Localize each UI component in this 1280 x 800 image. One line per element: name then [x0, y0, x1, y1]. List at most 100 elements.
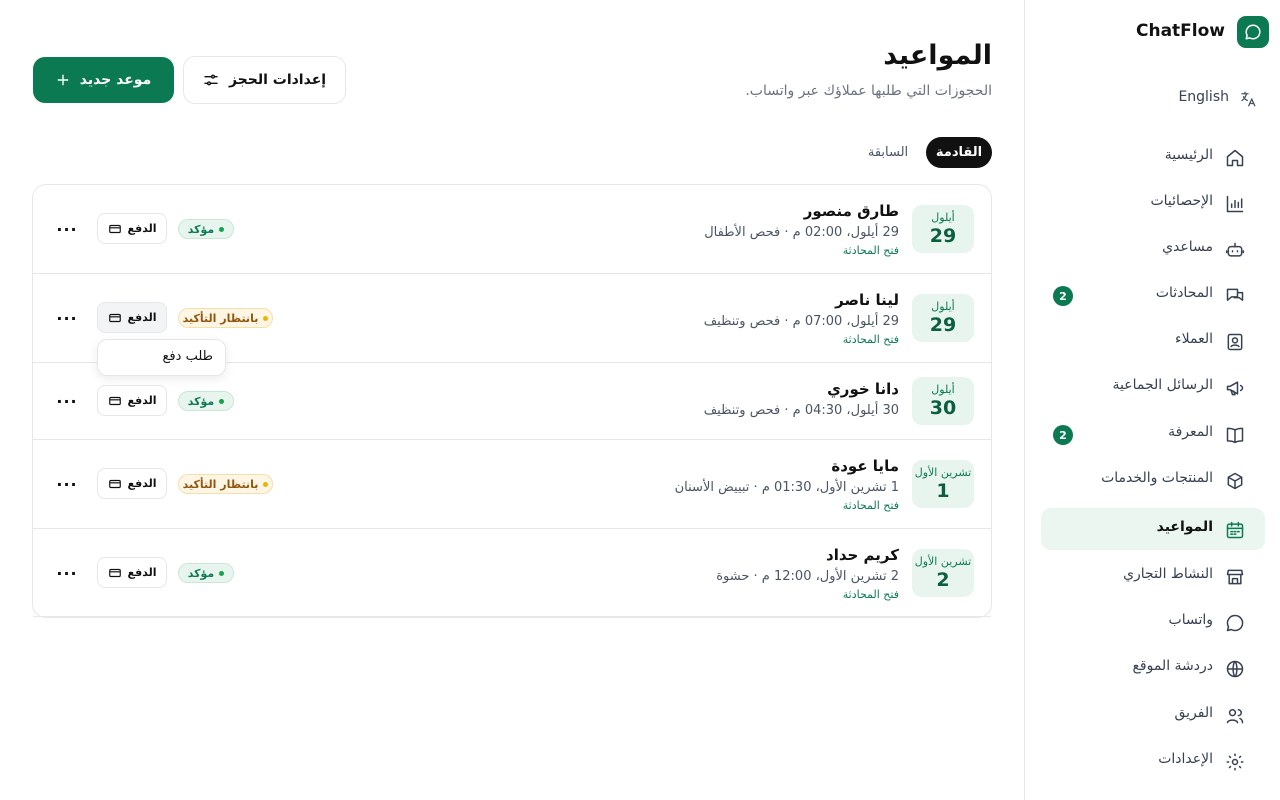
sidebar-item-appointments[interactable]: المواعيد — [1041, 508, 1265, 550]
date-day: 29 — [929, 314, 957, 336]
sidebar-item-label: الرسائل الجماعية — [1112, 377, 1213, 393]
tab-past[interactable]: السابقة — [858, 137, 918, 168]
payment-button[interactable]: الدفع — [97, 213, 167, 244]
sidebar-item-broadcasts[interactable]: الرسائل الجماعية — [1041, 366, 1265, 408]
sidebar-item-assistant[interactable]: مساعدي — [1041, 228, 1265, 270]
status-dot — [219, 226, 225, 232]
date-badge: أيلول 30 — [912, 377, 974, 425]
sidebar-item-stats[interactable]: الإحصائيات — [1041, 182, 1265, 224]
sidebar-item-customers[interactable]: العملاء — [1041, 320, 1265, 362]
date-day: 2 — [936, 569, 950, 591]
messages-icon — [1225, 286, 1245, 306]
status-dot — [263, 481, 269, 487]
date-badge: أيلول 29 — [912, 294, 974, 342]
status-badge: مؤكد — [178, 391, 234, 411]
date-month: أيلول — [931, 300, 955, 313]
sidebar-item-label: المنتجات والخدمات — [1101, 470, 1213, 486]
customer-name: لينا ناصر — [835, 291, 899, 309]
language-label: English — [1178, 89, 1229, 105]
new-appointment-button[interactable]: موعد جديد — [33, 57, 174, 103]
brand[interactable]: ChatFlow — [1133, 14, 1269, 50]
date-day: 29 — [929, 225, 957, 247]
sliders-icon — [203, 72, 219, 88]
open-chat-link[interactable]: فتح المحادثة — [843, 588, 899, 601]
more-options-icon[interactable]: ··· — [55, 219, 79, 239]
credit-card-icon — [108, 311, 122, 325]
request-payment-item[interactable]: طلب دفع — [163, 349, 213, 364]
sidebar-item-knowledge[interactable]: المعرفة 2 — [1041, 413, 1265, 455]
sidebar-item-label: مساعدي — [1162, 239, 1213, 255]
sidebar-item-conversations[interactable]: المحادثات 2 — [1041, 274, 1265, 316]
more-options-icon[interactable]: ··· — [55, 391, 79, 411]
credit-card-icon — [108, 477, 122, 491]
more-options-icon[interactable]: ··· — [55, 563, 79, 583]
home-icon — [1225, 148, 1245, 168]
book-open-icon — [1225, 425, 1245, 445]
booking-settings-button[interactable]: إعدادات الحجز — [183, 56, 346, 104]
appointment-row: تشرين الأول 1 مايا عودة 1 تشرين الأول، 0… — [33, 440, 991, 529]
status-badge: بانتظار التأكيد — [178, 308, 273, 328]
payment-button[interactable]: الدفع — [97, 302, 167, 333]
sidebar-item-webchat[interactable]: دردشة الموقع — [1041, 647, 1265, 689]
booking-settings-label: إعدادات الحجز — [228, 72, 327, 88]
open-chat-link[interactable]: فتح المحادثة — [843, 333, 899, 346]
customer-name: طارق منصور — [803, 202, 899, 220]
plus-icon — [56, 73, 70, 87]
unread-badge: 2 — [1053, 286, 1073, 306]
status-label: بانتظار التأكيد — [182, 311, 259, 325]
customer-name: مايا عودة — [831, 457, 899, 475]
sidebar-item-team[interactable]: الفريق — [1041, 694, 1265, 736]
page-subtitle: الحجوزات التي طلبها عملاؤك عبر واتساب. — [745, 83, 992, 99]
globe-icon — [1225, 659, 1245, 679]
open-chat-link[interactable]: فتح المحادثة — [843, 244, 899, 257]
sidebar-item-home[interactable]: الرئيسية — [1041, 136, 1265, 178]
status-dot — [219, 570, 225, 576]
megaphone-icon — [1225, 378, 1245, 398]
payment-button[interactable]: الدفع — [97, 557, 167, 588]
bar-chart-icon — [1225, 194, 1245, 214]
status-dot — [263, 315, 269, 321]
translate-icon — [1239, 90, 1257, 108]
appointment-detail: 29 أيلول، 07:00 م · فحص وتنظيف — [703, 314, 899, 329]
sidebar-item-label: الإعدادات — [1158, 751, 1213, 767]
payment-button[interactable]: الدفع — [97, 468, 167, 499]
date-day: 1 — [936, 480, 950, 502]
date-badge: تشرين الأول 1 — [912, 460, 974, 508]
language-toggle[interactable]: English — [1175, 86, 1275, 112]
sidebar-item-products[interactable]: المنتجات والخدمات — [1041, 459, 1265, 501]
payment-label: الدفع — [127, 222, 157, 235]
payment-label: الدفع — [127, 477, 157, 490]
appointment-detail: 1 تشرين الأول، 01:30 م · تبييض الأسنان — [674, 480, 899, 495]
date-badge: تشرين الأول 2 — [912, 549, 974, 597]
credit-card-icon — [108, 394, 122, 408]
sidebar-item-label: النشاط التجاري — [1123, 566, 1213, 582]
sidebar-item-label: الرئيسية — [1164, 147, 1213, 163]
unread-badge: 2 — [1053, 425, 1073, 445]
chat-bubble-logo-icon — [1237, 16, 1269, 48]
sidebar-item-settings[interactable]: الإعدادات — [1041, 740, 1265, 782]
payment-label: الدفع — [127, 311, 157, 324]
bot-icon — [1225, 240, 1245, 260]
whatsapp-icon — [1225, 613, 1245, 633]
credit-card-icon — [108, 566, 122, 580]
sidebar-item-label: المعرفة — [1168, 424, 1213, 440]
tab-upcoming[interactable]: القادمة — [926, 137, 992, 168]
sidebar-item-label: المحادثات — [1155, 285, 1213, 301]
payment-button[interactable]: الدفع — [97, 385, 167, 416]
payment-dropdown: طلب دفع — [97, 339, 226, 376]
sidebar-item-business[interactable]: النشاط التجاري — [1041, 555, 1265, 597]
date-month: أيلول — [931, 211, 955, 224]
appointment-row: تشرين الأول 2 كريم حداد 2 تشرين الأول، 1… — [33, 529, 991, 617]
more-options-icon[interactable]: ··· — [55, 308, 79, 328]
appointment-detail: 29 أيلول، 02:00 م · فحص الأطفال — [704, 225, 899, 240]
new-appointment-label: موعد جديد — [79, 72, 152, 88]
open-chat-link[interactable]: فتح المحادثة — [843, 499, 899, 512]
sidebar: ChatFlow English الرئيسية الإحصائيات مسا… — [1024, 0, 1280, 800]
appointment-row: أيلول 29 طارق منصور 29 أيلول، 02:00 م · … — [33, 185, 991, 274]
more-options-icon[interactable]: ··· — [55, 474, 79, 494]
contact-card-icon — [1225, 332, 1245, 352]
status-badge: مؤكد — [178, 219, 234, 239]
sidebar-item-whatsapp[interactable]: واتساب — [1041, 601, 1265, 643]
page-title: المواعيد — [883, 40, 992, 71]
sidebar-item-label: المواعيد — [1156, 519, 1213, 535]
